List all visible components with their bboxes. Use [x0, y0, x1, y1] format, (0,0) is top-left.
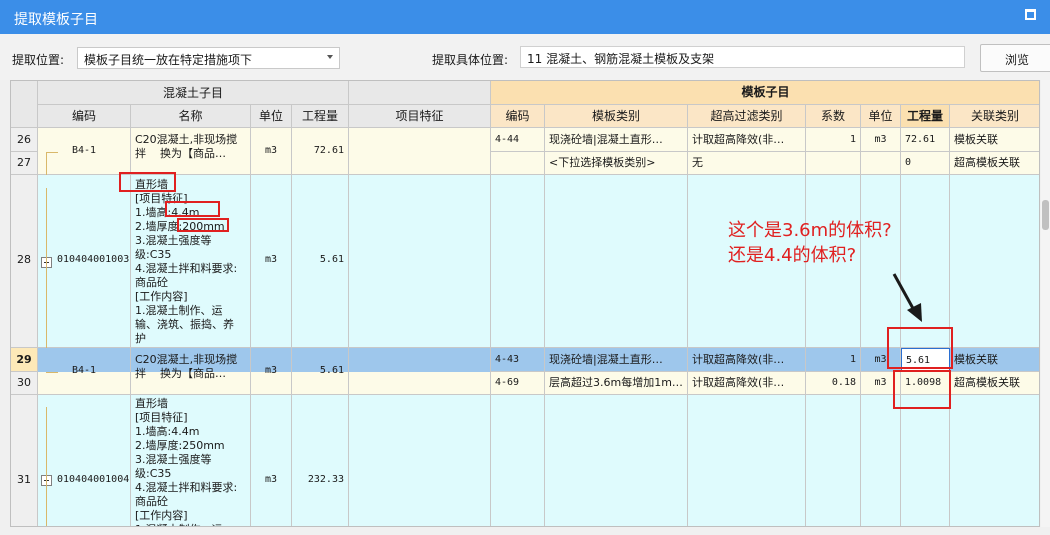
cell-r-rel[interactable] [950, 395, 1039, 526]
cell-r-unit[interactable] [861, 395, 901, 526]
cell-r-filter[interactable]: 计取超高降效(非… [688, 372, 806, 395]
cell-r-coef[interactable] [806, 395, 861, 526]
specific-position-label: 提取具体位置: [432, 53, 509, 67]
col-header-feature[interactable]: 项目特征 [349, 105, 491, 128]
specific-position-value: 11 混凝土、钢筋混凝土模板及支架 [527, 52, 715, 66]
cell-r-filter[interactable]: 计取超高降效(非… [688, 348, 806, 372]
cell-r-unit[interactable] [861, 152, 901, 175]
group-header-template: 模板子目 [491, 81, 1039, 105]
cell-name[interactable]: C20混凝土,非现场搅 拌 换为【商品… [131, 348, 251, 395]
col-header-r-type[interactable]: 模板类别 [545, 105, 688, 128]
cell-r-code[interactable] [491, 175, 545, 348]
tree-line [46, 188, 47, 348]
cell-r-coef[interactable] [806, 152, 861, 175]
cell-code[interactable]: 010404001004 [38, 395, 131, 526]
cell-r-filter[interactable] [688, 395, 806, 526]
cell-unit[interactable]: m3 [251, 395, 292, 526]
cell-r-qty[interactable] [901, 395, 950, 526]
row-number[interactable]: 27 [11, 152, 38, 175]
cell-unit[interactable]: m3 [251, 348, 292, 395]
col-header-unit[interactable]: 单位 [251, 105, 292, 128]
specific-position-field[interactable]: 11 混凝土、钢筋混凝土模板及支架 [520, 46, 965, 68]
toolbar: 提取位置: 模板子目统一放在特定措施项下 提取具体位置: 11 混凝土、钢筋混凝… [0, 34, 1050, 80]
cell-r-rel[interactable]: 超高模板关联 [950, 152, 1039, 175]
cell-r-rel[interactable]: 模板关联 [950, 128, 1039, 152]
col-header-r-qty[interactable]: 工程量 [901, 105, 950, 128]
cell-feature[interactable] [349, 128, 491, 175]
cell-r-qty[interactable]: 0 [901, 152, 950, 175]
cell-name[interactable]: C20混凝土,非现场搅 拌 换为【商品… [131, 128, 251, 175]
col-header-r-unit[interactable]: 单位 [861, 105, 901, 128]
cell-qty[interactable]: 72.61 [292, 128, 349, 175]
highlight-box-wall-type [119, 172, 176, 192]
cell-qty[interactable]: 5.61 [292, 348, 349, 395]
annotation-arrow-icon [892, 273, 922, 322]
cell-feature[interactable] [349, 175, 491, 348]
row-number-selected[interactable]: 29 [11, 348, 38, 372]
row-number[interactable]: 26 [11, 128, 38, 152]
title-bar: 提取模板子目 [0, 0, 1050, 34]
cell-qty[interactable]: 5.61 [292, 175, 349, 348]
col-header-name[interactable]: 名称 [131, 105, 251, 128]
maximize-icon[interactable] [1025, 9, 1036, 20]
group-header-blank [349, 81, 491, 105]
highlight-box-wall-height [165, 201, 220, 217]
cell-r-rel[interactable] [950, 175, 1039, 348]
cell-r-code[interactable]: 4-43 [491, 348, 545, 372]
cell-r-code[interactable] [491, 395, 545, 526]
col-header-r-filter[interactable]: 超高过滤类别 [688, 105, 806, 128]
tree-line [46, 152, 47, 175]
position-select[interactable]: 模板子目统一放在特定措施项下 [77, 47, 340, 69]
position-select-value: 模板子目统一放在特定措施项下 [84, 53, 253, 67]
cell-r-type[interactable]: 层高超过3.6m每增加1m… [545, 372, 688, 395]
cell-r-coef[interactable]: 0.18 [806, 372, 861, 395]
cell-qty[interactable]: 232.33 [292, 395, 349, 526]
tree-line [46, 372, 58, 373]
cell-r-code[interactable] [491, 152, 545, 175]
col-header-qty[interactable]: 工程量 [292, 105, 349, 128]
highlight-box-qty-extra [893, 370, 951, 409]
vertical-scrollbar[interactable] [1041, 80, 1050, 527]
cell-r-type-dropdown[interactable]: <下拉选择模板类别> [545, 152, 688, 175]
cell-r-rel[interactable]: 模板关联 [950, 348, 1039, 372]
window-title: 提取模板子目 [14, 12, 98, 28]
cell-r-coef[interactable]: 1 [806, 128, 861, 152]
tree-line [46, 152, 58, 153]
position-label: 提取位置: [12, 53, 65, 67]
cell-r-filter[interactable]: 计取超高降效(非… [688, 128, 806, 152]
cell-r-type[interactable] [545, 175, 688, 348]
cell-r-code[interactable]: 4-69 [491, 372, 545, 395]
scrollbar-thumb[interactable] [1042, 200, 1049, 230]
cell-unit[interactable]: m3 [251, 175, 292, 348]
cell-r-type[interactable] [545, 395, 688, 526]
row-number[interactable]: 28 [11, 175, 38, 348]
cell-r-filter[interactable]: 无 [688, 152, 806, 175]
cell-r-coef[interactable]: 1 [806, 348, 861, 372]
cell-r-rel[interactable]: 超高模板关联 [950, 372, 1039, 395]
template-grid: 混凝土子目 模板子目 编码 名称 单位 工程量 项目特征 编码 模板类别 超高过… [10, 80, 1040, 527]
col-header-code[interactable]: 编码 [38, 105, 131, 128]
col-header-r-code[interactable]: 编码 [491, 105, 545, 128]
browse-button[interactable]: 浏览 [980, 44, 1050, 72]
cell-feature[interactable] [349, 395, 491, 526]
group-header-concrete: 混凝土子目 [38, 81, 349, 105]
highlight-box-qty-main [887, 327, 953, 369]
cell-r-qty[interactable]: 72.61 [901, 128, 950, 152]
tree-line [46, 407, 47, 526]
cell-feature[interactable] [349, 348, 491, 395]
col-header-r-rel[interactable]: 关联类别 [950, 105, 1039, 128]
row-number[interactable]: 30 [11, 372, 38, 395]
col-header-r-coef[interactable]: 系数 [806, 105, 861, 128]
cell-name-feature[interactable]: 直形墙 [项目特征] 1.墙高:4.4m 2.墙厚度:250mm 3.混凝土强度… [131, 395, 251, 526]
cell-unit[interactable]: m3 [251, 128, 292, 175]
cell-r-type[interactable]: 现浇砼墙|混凝土直形… [545, 128, 688, 152]
cell-r-type[interactable]: 现浇砼墙|混凝土直形… [545, 348, 688, 372]
corner-header [11, 81, 38, 128]
cell-r-unit[interactable]: m3 [861, 128, 901, 152]
highlight-box-wall-thickness [177, 218, 229, 232]
annotation-question: 这个是3.6m的体积?还是4.4的体积? [728, 220, 892, 266]
row-number[interactable]: 31 [11, 395, 38, 526]
cell-r-code[interactable]: 4-44 [491, 128, 545, 152]
chevron-down-icon [327, 55, 333, 59]
